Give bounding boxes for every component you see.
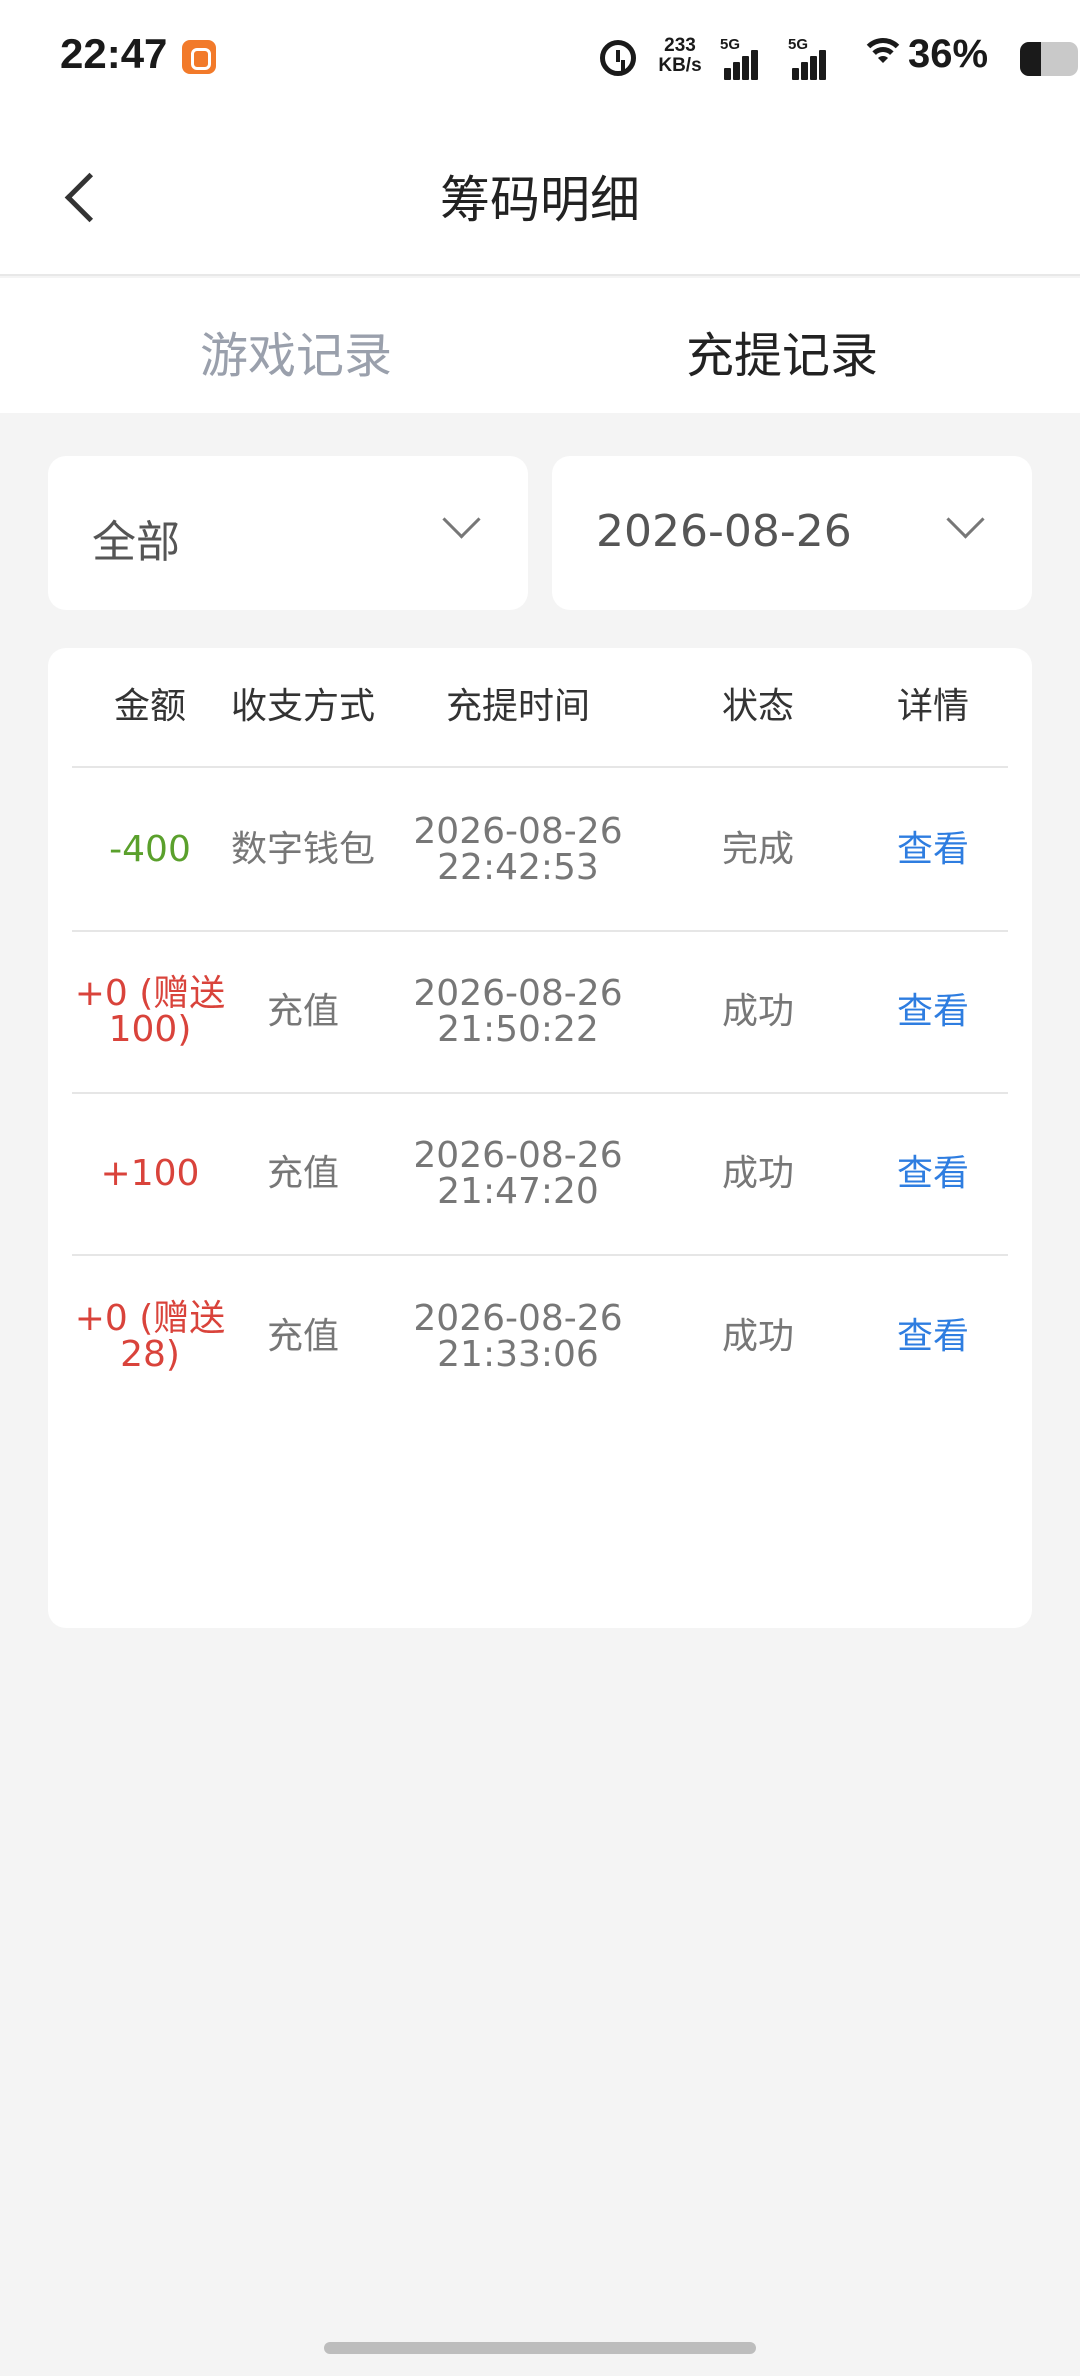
- view-detail-link[interactable]: 查看: [858, 1256, 1008, 1418]
- table-row: +0 (赠送 100) 充值 2026-08-26 21:50:22 成功 查看: [72, 932, 1008, 1094]
- signal-icon: 5G: [720, 36, 764, 80]
- signal-icon: 5G: [788, 36, 832, 80]
- tab-bar: 游戏记录 充提记录: [0, 278, 1080, 413]
- row-time: 2026-08-26 21:50:22: [378, 932, 658, 1092]
- row-clock: 21:33:06: [437, 1334, 599, 1375]
- row-amount: +0 (赠送 28): [74, 1298, 226, 1375]
- date-filter-value: 2026-08-26: [596, 506, 852, 557]
- column-header-method: 收支方式: [230, 686, 375, 727]
- chevron-down-icon: [444, 506, 476, 538]
- row-method: 充值: [266, 991, 339, 1032]
- battery-percent: 36%: [908, 32, 989, 76]
- row-method: 充值: [266, 1153, 339, 1194]
- row-date: 2026-08-26: [413, 1298, 623, 1339]
- network-speed-value: 233: [664, 35, 696, 56]
- battery-level: [1020, 42, 1041, 76]
- column-header-status: 状态: [721, 686, 794, 727]
- app-notification-icon: [182, 40, 216, 74]
- row-clock: 21:47:20: [437, 1171, 599, 1212]
- table-row: +100 充值 2026-08-26 21:47:20 成功 查看: [72, 1094, 1008, 1256]
- alarm-icon: [600, 40, 636, 76]
- view-detail-link[interactable]: 查看: [858, 1094, 1008, 1254]
- records-table: 金额 收支方式 充提时间 状态 详情 -400 数字钱包 2026-08-26 …: [48, 648, 1032, 1628]
- type-filter-value: 全部: [92, 517, 180, 568]
- network-type-label: 5G: [720, 36, 741, 53]
- table-header: 金额 收支方式 充提时间 状态 详情: [72, 648, 1008, 768]
- status-time: 22:47: [60, 30, 168, 77]
- row-amount: +100: [100, 1153, 200, 1194]
- table-row: +0 (赠送 28) 充值 2026-08-26 21:33:06 成功 查看: [72, 1256, 1008, 1418]
- row-time: 2026-08-26 21:47:20: [378, 1094, 658, 1254]
- row-method: 充值: [266, 1316, 339, 1357]
- row-status: 成功: [721, 991, 794, 1032]
- column-header-amount: 金额: [113, 686, 186, 727]
- row-status: 成功: [721, 1153, 794, 1194]
- wifi-icon: [860, 38, 906, 76]
- row-date: 2026-08-26: [413, 1135, 623, 1176]
- network-speed: 233 KB/s: [650, 36, 710, 76]
- row-time: 2026-08-26 22:42:53: [378, 770, 658, 930]
- column-header-time: 充提时间: [445, 686, 590, 727]
- type-filter-dropdown[interactable]: 全部: [48, 456, 528, 610]
- row-clock: 21:50:22: [437, 1009, 599, 1050]
- row-status: 成功: [721, 1316, 794, 1357]
- column-header-detail: 详情: [896, 686, 969, 727]
- chevron-down-icon: [948, 506, 980, 538]
- row-amount: +0 (赠送 100): [74, 973, 226, 1050]
- home-indicator[interactable]: [324, 2342, 756, 2354]
- row-amount: -400: [109, 829, 191, 870]
- date-filter-dropdown[interactable]: 2026-08-26: [552, 456, 1032, 610]
- status-bar: 22:47 233 KB/s 5G 5G 36%: [0, 0, 1080, 120]
- tab-game-records[interactable]: 游戏记录: [96, 316, 496, 386]
- tab-recharge-records[interactable]: 充提记录: [582, 316, 982, 386]
- network-speed-unit: KB/s: [658, 55, 702, 76]
- page-title: 筹码明细: [440, 171, 640, 229]
- table-row: -400 数字钱包 2026-08-26 22:42:53 完成 查看: [72, 770, 1008, 932]
- row-date: 2026-08-26: [413, 811, 623, 852]
- row-status: 完成: [721, 829, 794, 870]
- row-clock: 22:42:53: [437, 847, 599, 888]
- network-type-label: 5G: [788, 36, 809, 53]
- row-time: 2026-08-26 21:33:06: [378, 1256, 658, 1418]
- view-detail-link[interactable]: 查看: [858, 770, 1008, 930]
- row-method: 数字钱包: [230, 829, 375, 870]
- page-header: 筹码明细: [0, 120, 1080, 276]
- view-detail-link[interactable]: 查看: [858, 932, 1008, 1092]
- battery-icon: [1020, 42, 1078, 76]
- row-date: 2026-08-26: [413, 973, 623, 1014]
